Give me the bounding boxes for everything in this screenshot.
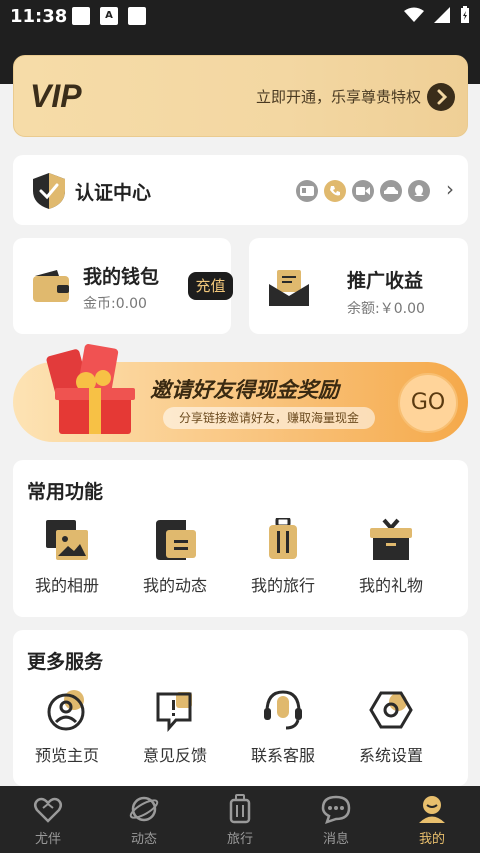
- phone-icon: [324, 180, 346, 202]
- id-card-icon: [296, 180, 318, 202]
- wallet-balance: 金币:0.00: [83, 296, 147, 312]
- user-icon: [419, 796, 445, 823]
- invite-banner[interactable]: 邀请好友得现金奖励 分享链接邀请好友，赚取海量现金 GO: [13, 344, 468, 442]
- section-title: 更多服务: [27, 651, 104, 673]
- album-icon: [46, 520, 88, 560]
- go-button[interactable]: GO: [398, 373, 458, 433]
- battery-icon: [461, 6, 469, 23]
- vip-logo: VIP: [30, 78, 82, 112]
- tab-messages[interactable]: 消息: [288, 786, 384, 853]
- tab-label: 旅行: [226, 832, 253, 847]
- svg-text:VIP: VIP: [30, 78, 82, 112]
- settings-icon: [369, 691, 413, 729]
- settings-entry[interactable]: 系统设置: [337, 688, 445, 766]
- auth-status-icons: [296, 180, 430, 202]
- album-entry[interactable]: 我的相册: [13, 518, 121, 596]
- wallet-title: 我的钱包: [83, 266, 160, 288]
- tab-travel[interactable]: 旅行: [192, 786, 288, 853]
- suitcase-icon: [229, 794, 251, 824]
- red-envelope-gift-icon: [46, 344, 135, 434]
- moments-icon: [156, 520, 196, 560]
- chevron-right-icon: [437, 89, 448, 105]
- tab-youban[interactable]: 尤伴: [0, 786, 96, 853]
- album-label: 我的相册: [34, 576, 99, 595]
- chat-icon: [321, 795, 351, 824]
- travel-entry[interactable]: 我的旅行: [229, 518, 337, 596]
- vip-banner[interactable]: VIP 立即开通，乐享尊贵特权: [13, 55, 468, 137]
- common-functions-section: 常用功能 我的相册 我的动态 我的旅行 我的礼物: [13, 460, 468, 617]
- tab-mine[interactable]: 我的: [384, 786, 480, 853]
- auth-center-title: 认证中心: [75, 182, 152, 204]
- recharge-button[interactable]: 充值: [188, 272, 233, 300]
- customer-service-label: 联系客服: [250, 746, 315, 765]
- wallet-icon: [33, 270, 69, 302]
- tab-label: 动态: [130, 832, 157, 847]
- bottom-tab-bar: 尤伴 动态 旅行 消息 我的: [0, 786, 480, 853]
- notification-icon-2: [128, 7, 146, 25]
- invite-subline: 分享链接邀请好友，赚取海量现金: [163, 407, 375, 429]
- status-bar: 11:38 A: [0, 0, 480, 34]
- shield-check-icon: [33, 173, 65, 209]
- more-services-section: 更多服务 预览主页 意见反馈 联系客服 系统设置: [13, 630, 468, 786]
- settings-label: 系统设置: [358, 746, 423, 765]
- chevron-right-icon: ›: [446, 177, 454, 201]
- gifts-label: 我的礼物: [358, 576, 423, 595]
- qq-icon: [408, 180, 430, 202]
- notification-icon: [72, 7, 90, 25]
- tab-label: 尤伴: [34, 832, 61, 847]
- heart-hands-icon: [34, 797, 62, 823]
- section-title: 常用功能: [27, 481, 104, 503]
- video-icon: [352, 180, 374, 202]
- planet-icon: [129, 796, 159, 822]
- headset-icon: [264, 690, 302, 730]
- earnings-title: 推广收益: [347, 270, 424, 292]
- moments-entry[interactable]: 我的动态: [121, 518, 229, 596]
- vip-arrow-button[interactable]: [427, 83, 455, 111]
- feedback-icon: [156, 692, 192, 732]
- tab-label: 我的: [418, 832, 445, 847]
- moments-label: 我的动态: [142, 576, 207, 595]
- earnings-card[interactable]: 推广收益 余额:￥0.00: [249, 238, 468, 334]
- earnings-balance: 余额:￥0.00: [347, 301, 425, 317]
- vip-promo-text: 立即开通，乐享尊贵特权: [255, 88, 421, 106]
- travel-label: 我的旅行: [250, 576, 315, 595]
- keyboard-notification-icon: A: [100, 7, 118, 25]
- envelope-icon: [269, 270, 309, 306]
- feedback-label: 意见反馈: [142, 746, 207, 765]
- feedback-entry[interactable]: 意见反馈: [121, 688, 229, 766]
- auth-center-card[interactable]: 认证中心 ›: [13, 155, 468, 225]
- invite-headline: 邀请好友得现金奖励: [150, 378, 339, 402]
- tab-label: 消息: [322, 832, 349, 847]
- signal-icon: [434, 7, 450, 23]
- preview-profile-label: 预览主页: [34, 746, 99, 765]
- status-time: 11:38: [10, 6, 68, 27]
- wifi-icon: [404, 7, 424, 22]
- car-icon: [380, 180, 402, 202]
- luggage-icon: [269, 518, 297, 559]
- tab-moments[interactable]: 动态: [96, 786, 192, 853]
- profile-icon: [47, 690, 85, 731]
- customer-service-entry[interactable]: 联系客服: [229, 688, 337, 766]
- preview-profile-entry[interactable]: 预览主页: [13, 688, 121, 766]
- gift-box-icon: [370, 518, 412, 560]
- gifts-entry[interactable]: 我的礼物: [337, 518, 445, 596]
